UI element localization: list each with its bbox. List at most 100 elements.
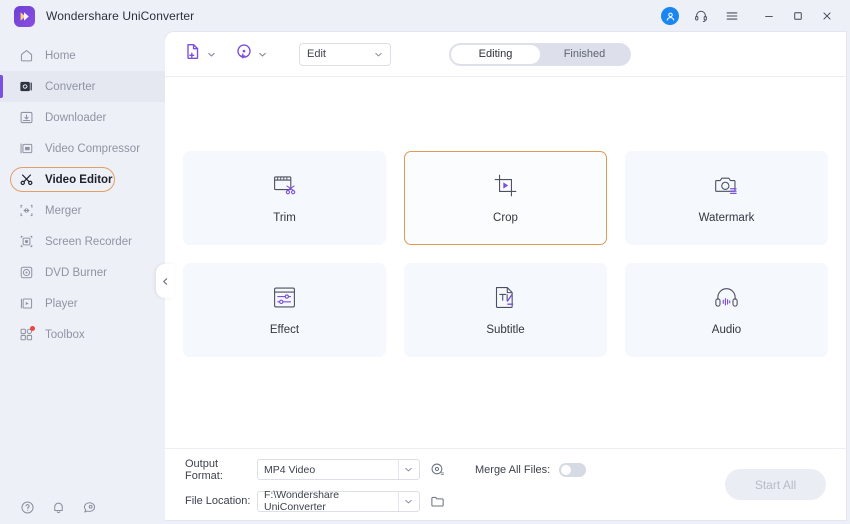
toggle-knob — [561, 464, 572, 475]
sidebar-item-label: Converter — [45, 80, 96, 93]
sidebar-item-dvd-burner[interactable]: DVD Burner — [0, 257, 165, 288]
sidebar-collapse-chevron-left-icon[interactable] — [156, 264, 174, 298]
window-controls — [759, 6, 837, 26]
tool-card-trim[interactable]: Trim — [183, 150, 386, 245]
settings-gear-icon[interactable] — [430, 462, 445, 477]
trim-icon — [271, 172, 298, 199]
add-disc-icon — [234, 42, 254, 67]
tab-editing[interactable]: Editing — [451, 44, 540, 64]
subtitle-icon — [492, 284, 519, 311]
crop-icon — [492, 172, 519, 199]
sidebar-item-player[interactable]: Player — [0, 288, 165, 319]
tool-card-audio[interactable]: Audio — [625, 262, 828, 357]
headset-icon[interactable] — [692, 7, 710, 25]
minimize-icon[interactable] — [759, 6, 779, 26]
sidebar-item-merger[interactable]: Merger — [0, 195, 165, 226]
sidebar-item-label: Video Editor — [45, 173, 113, 186]
output-format-value: MP4 Video — [264, 463, 316, 476]
sidebar-item-label: DVD Burner — [45, 266, 107, 279]
add-file-icon — [183, 42, 203, 67]
sidebar-item-home[interactable]: Home — [0, 40, 165, 71]
player-icon — [18, 295, 35, 312]
tab-finished[interactable]: Finished — [540, 45, 629, 64]
tool-card-label: Effect — [269, 323, 300, 336]
effect-icon — [271, 284, 298, 311]
tool-card-crop[interactable]: Crop — [404, 150, 607, 245]
chevron-down-icon — [398, 491, 413, 511]
screen-recorder-icon — [18, 233, 35, 250]
editor-tools-area: Trim Crop Watermark Effect Subtitle Audi… — [165, 77, 846, 448]
main-toolbar: Edit Editing Finished — [165, 32, 846, 77]
sidebar-item-converter[interactable]: Converter — [0, 71, 165, 102]
tool-card-watermark[interactable]: Watermark — [625, 150, 828, 245]
app-title: Wondershare UniConverter — [46, 9, 195, 23]
converter-icon — [18, 78, 35, 95]
sidebar-footer — [0, 490, 165, 524]
file-location-select[interactable]: F:\Wondershare UniConverter — [257, 489, 420, 513]
sidebar-item-screen-recorder[interactable]: Screen Recorder — [0, 226, 165, 257]
output-settings-group: Output Format: MP4 Video Merge All Files… — [185, 457, 587, 513]
notification-bell-icon[interactable] — [51, 500, 66, 515]
file-location-value: F:\Wondershare UniConverter — [264, 489, 340, 513]
merge-all-files-label: Merge All Files: — [475, 463, 551, 476]
help-icon[interactable] — [20, 500, 35, 515]
close-icon[interactable] — [817, 6, 837, 26]
main-panel: Edit Editing Finished Trim Crop Watermar… — [165, 32, 846, 520]
sidebar-item-video-editor[interactable]: Video Editor — [0, 164, 165, 195]
sidebar-item-toolbox[interactable]: Toolbox — [0, 319, 165, 350]
sidebar-item-label: Downloader — [45, 111, 107, 124]
add-files-button[interactable] — [183, 42, 216, 67]
editor-tools-grid: Trim Crop Watermark Effect Subtitle Audi… — [183, 150, 828, 357]
user-avatar-icon[interactable] — [661, 7, 679, 25]
sidebar: Home Converter Downloader Video Compress… — [0, 32, 174, 524]
dvd-burner-icon — [18, 264, 35, 281]
merge-all-files-group: Merge All Files: — [475, 462, 587, 477]
chevron-down-icon — [374, 50, 383, 59]
tool-card-label: Audio — [711, 323, 742, 336]
watermark-icon — [713, 172, 740, 199]
file-location-label: File Location: — [185, 495, 251, 507]
hamburger-menu-icon[interactable] — [723, 7, 741, 25]
title-bar: Wondershare UniConverter — [0, 0, 850, 32]
toolbox-badge-dot — [30, 326, 35, 331]
maximize-icon[interactable] — [788, 6, 808, 26]
sidebar-item-label: Merger — [45, 204, 82, 217]
merger-icon — [18, 202, 35, 219]
home-icon — [18, 47, 35, 64]
bottom-bar: Output Format: MP4 Video Merge All Files… — [165, 448, 846, 520]
edit-mode-select[interactable]: Edit — [299, 42, 391, 66]
tool-card-effect[interactable]: Effect — [183, 262, 386, 357]
file-location-row: File Location: F:\Wondershare UniConvert… — [185, 489, 586, 513]
audio-icon — [713, 284, 740, 311]
compressor-icon — [18, 140, 35, 157]
scissors-icon — [18, 171, 35, 188]
folder-icon[interactable] — [430, 494, 445, 509]
sidebar-item-video-compressor[interactable]: Video Compressor — [0, 133, 165, 164]
tool-card-label: Crop — [493, 211, 518, 224]
app-window: Wondershare UniConverter Home Converter … — [0, 0, 850, 524]
output-format-select[interactable]: MP4 Video — [257, 459, 420, 480]
status-segmented-control: Editing Finished — [449, 42, 631, 66]
chevron-down-icon[interactable] — [207, 50, 216, 59]
start-all-button[interactable]: Start All — [725, 469, 826, 500]
edit-mode-value: Edit — [307, 48, 326, 60]
feedback-icon[interactable] — [82, 500, 97, 515]
app-body: Home Converter Downloader Video Compress… — [0, 32, 850, 524]
output-format-label: Output Format: — [185, 457, 223, 482]
sidebar-item-label: Toolbox — [45, 328, 85, 341]
output-format-row: Output Format: MP4 Video Merge All Files… — [185, 457, 587, 482]
sidebar-item-downloader[interactable]: Downloader — [0, 102, 165, 133]
tool-card-label: Subtitle — [486, 323, 525, 336]
chevron-down-icon[interactable] — [258, 50, 267, 59]
sidebar-item-label: Video Compressor — [45, 142, 141, 155]
wondershare-logo-icon — [14, 5, 35, 27]
tool-card-label: Trim — [273, 211, 296, 224]
active-indicator-bar — [0, 75, 3, 98]
tool-card-label: Watermark — [698, 211, 755, 224]
title-bar-actions — [661, 6, 840, 26]
sidebar-item-label: Screen Recorder — [45, 235, 132, 248]
add-disc-button[interactable] — [234, 42, 267, 67]
tool-card-subtitle[interactable]: Subtitle — [404, 262, 607, 357]
merge-all-files-toggle[interactable] — [559, 462, 587, 477]
chevron-down-icon — [398, 460, 413, 479]
